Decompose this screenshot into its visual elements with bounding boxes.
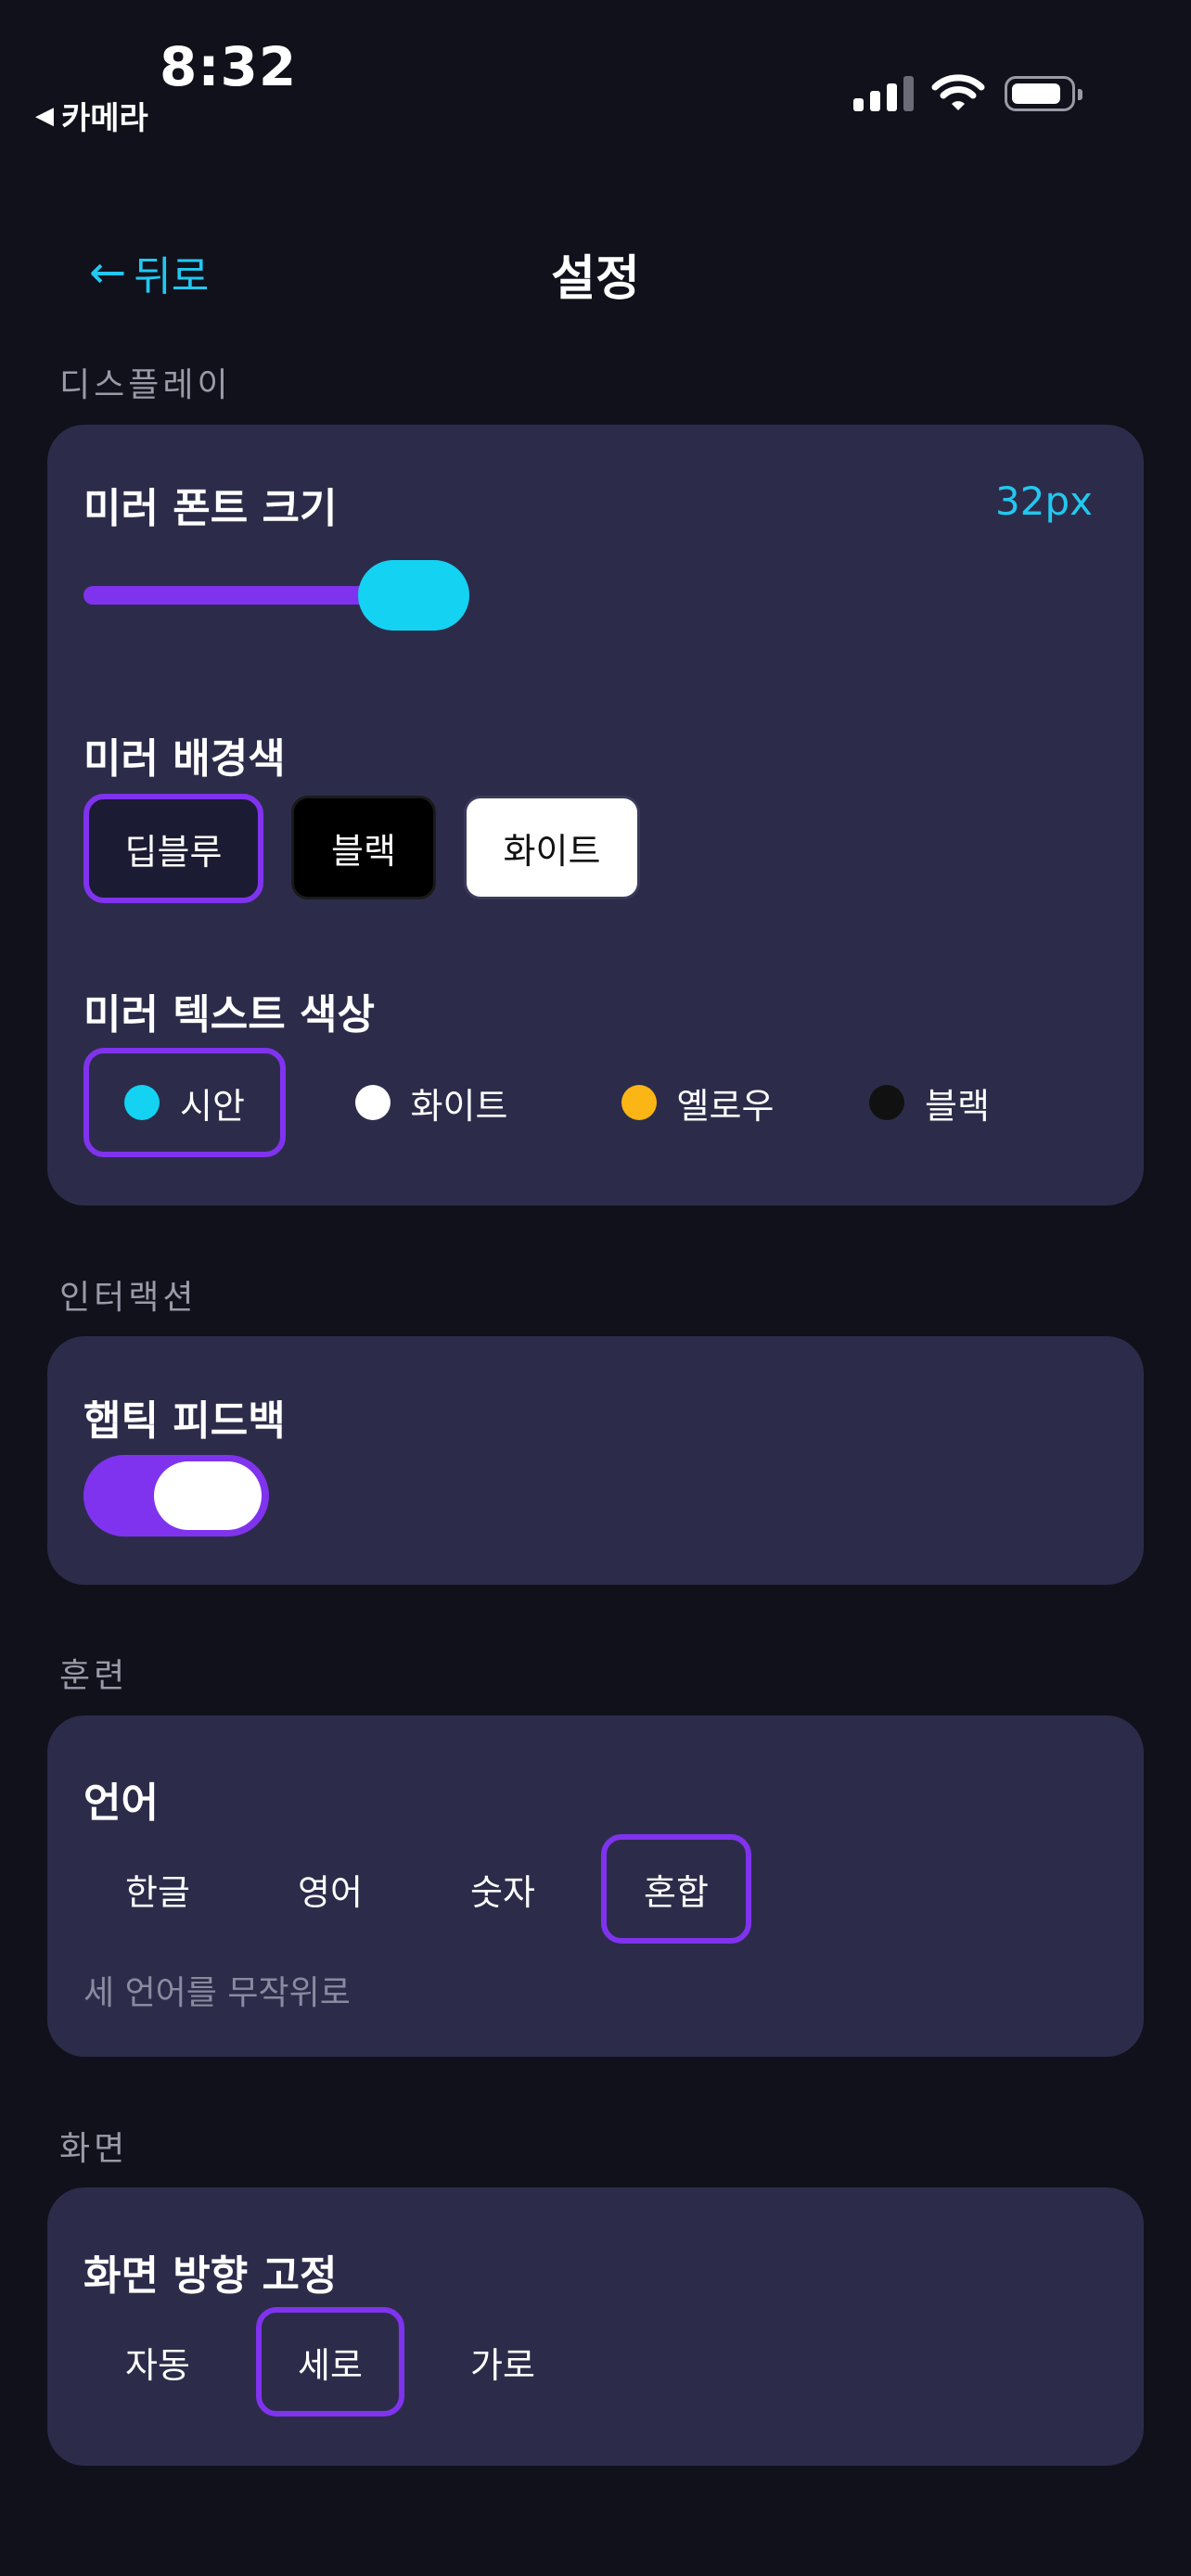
text-color-option-label: 블랙 [925,1085,990,1127]
orientation-option-auto[interactable]: 자동 [83,2307,232,2417]
orientation-option-label: 세로 [298,2344,363,2386]
orientation-option-label: 자동 [125,2344,190,2386]
orientation-lock-label: 화면 방향 고정 [83,2252,338,2300]
yellow-dot-icon [621,1085,657,1120]
page-title: 설정 [551,251,640,307]
language-option-korean[interactable]: 한글 [83,1834,232,1944]
text-color-option-white[interactable]: 화이트 [330,1048,532,1157]
wifi-icon [931,72,985,117]
black-dot-icon [869,1085,905,1120]
haptic-feedback-toggle-knob[interactable] [154,1461,262,1530]
font-size-label: 미러 폰트 크기 [83,485,338,532]
language-hint: 세 언어를 무작위로 [83,1974,351,2012]
background-option-deepblue[interactable]: 딥블루 [83,794,263,903]
cellular-signal-icon [853,76,914,111]
back-to-app-label: 카메라 [61,100,148,137]
battery-icon [1005,76,1082,111]
triangle-left-icon: ◀ [35,101,54,130]
background-option-label: 화이트 [503,830,601,872]
language-option-mixed[interactable]: 혼합 [601,1834,751,1944]
language-option-label: 영어 [298,1871,363,1913]
text-color-option-label: 시안 [180,1085,245,1127]
text-color-option-black[interactable]: 블랙 [844,1048,1015,1157]
text-color-option-cyan[interactable]: 시안 [83,1048,286,1157]
language-option-label: 혼합 [644,1871,709,1913]
orientation-option-landscape[interactable]: 가로 [429,2307,577,2417]
section-label-screen: 화면 [59,2130,129,2168]
section-label-display: 디스플레이 [59,366,232,404]
text-color-option-yellow[interactable]: 옐로우 [590,1048,805,1157]
text-color-option-label: 옐로우 [676,1085,775,1127]
status-time: 8:32 [160,35,298,98]
background-option-label: 딥블루 [124,831,223,873]
background-option-label: 블랙 [331,830,396,872]
language-option-numbers[interactable]: 숫자 [429,1834,577,1944]
section-label-interaction: 인터랙션 [59,1279,198,1317]
cyan-dot-icon [124,1085,160,1120]
orientation-option-portrait[interactable]: 세로 [256,2307,404,2417]
background-option-black[interactable]: 블랙 [291,796,436,899]
orientation-option-label: 가로 [470,2344,535,2386]
font-size-slider-thumb[interactable] [358,560,469,631]
background-color-label: 미러 배경색 [83,735,286,783]
back-to-app-button[interactable]: ◀ 카메라 [35,93,148,138]
language-option-label: 한글 [125,1871,190,1913]
haptic-feedback-label: 햅틱 피드백 [83,1397,286,1445]
language-option-label: 숫자 [470,1871,535,1913]
white-dot-icon [354,1085,391,1120]
language-label: 언어 [83,1779,159,1827]
font-size-value: 32px [995,478,1093,524]
language-option-english[interactable]: 영어 [256,1834,404,1944]
text-color-label: 미러 텍스트 색상 [83,991,375,1039]
section-label-training: 훈련 [59,1657,129,1695]
background-option-white[interactable]: 화이트 [464,796,640,899]
text-color-option-label: 화이트 [410,1085,508,1127]
